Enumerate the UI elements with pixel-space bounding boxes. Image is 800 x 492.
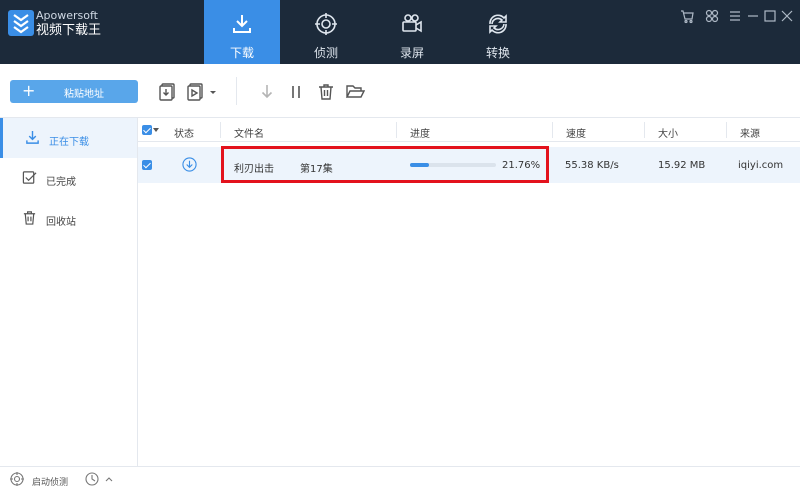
tab-download[interactable]: 下载 xyxy=(204,0,280,64)
tab-detect-label: 侦测 xyxy=(313,46,338,60)
column-header-progress[interactable]: 进度 xyxy=(410,125,430,140)
highlight-box xyxy=(221,146,549,183)
table-header: 状态 文件名 进度 速度 大小 来源 xyxy=(138,118,800,142)
download-icon xyxy=(233,15,251,33)
column-header-filename[interactable]: 文件名 xyxy=(234,125,264,140)
app-logo-icon xyxy=(8,10,34,36)
sidebar: 正在下载 已完成 回收站 xyxy=(0,118,138,466)
paste-url-label: 粘贴地址 xyxy=(64,89,104,100)
maximize-icon[interactable] xyxy=(762,8,778,24)
column-header-status[interactable]: 状态 xyxy=(174,125,194,140)
delete-icon[interactable] xyxy=(316,82,336,102)
minimize-icon[interactable] xyxy=(745,8,761,24)
column-divider xyxy=(726,122,727,138)
status-bar: 启动侦测 xyxy=(0,466,800,492)
import-icon[interactable] xyxy=(157,82,177,102)
sidebar-item-label: 已完成 xyxy=(46,177,76,188)
close-icon[interactable] xyxy=(779,8,795,24)
tab-record[interactable]: 录屏 xyxy=(374,0,450,64)
detect-label[interactable]: 启动侦测 xyxy=(32,475,68,488)
tab-convert-label: 转换 xyxy=(485,46,510,60)
toolbar-divider xyxy=(236,77,237,105)
column-divider xyxy=(396,122,397,138)
convert-icon xyxy=(489,14,507,34)
file-size: 15.92 MB xyxy=(658,160,706,171)
tab-detect[interactable]: 侦测 xyxy=(288,0,364,64)
row-checkbox[interactable] xyxy=(142,160,152,170)
column-divider xyxy=(220,122,221,138)
start-download-icon[interactable] xyxy=(257,82,277,102)
app-title: 视频下载王 xyxy=(36,23,102,38)
sidebar-item-completed[interactable]: 已完成 xyxy=(0,158,137,198)
tab-record-label: 录屏 xyxy=(399,46,424,60)
column-divider xyxy=(644,122,645,138)
file-source: iqiyi.com xyxy=(738,160,784,171)
app-brand: Apowersoft xyxy=(36,9,98,22)
plus-icon: + xyxy=(22,81,36,100)
detect-toggle-icon[interactable] xyxy=(10,472,24,486)
chevron-down-icon[interactable] xyxy=(152,126,160,134)
sidebar-item-downloading[interactable]: 正在下载 xyxy=(0,118,137,158)
menu-icon[interactable] xyxy=(727,8,743,24)
sidebar-item-label: 正在下载 xyxy=(49,137,89,148)
check-icon xyxy=(22,171,37,184)
sidebar-item-label: 回收站 xyxy=(46,217,76,228)
tab-convert[interactable]: 转换 xyxy=(460,0,536,64)
pause-icon[interactable] xyxy=(286,82,306,102)
paste-url-button[interactable]: + 粘贴地址 xyxy=(10,80,138,103)
clock-icon[interactable] xyxy=(85,472,99,486)
column-header-size[interactable]: 大小 xyxy=(658,125,678,140)
download-icon xyxy=(26,130,39,144)
video-list-icon[interactable] xyxy=(185,82,205,102)
downloading-status-icon xyxy=(182,157,197,172)
sidebar-item-trash[interactable]: 回收站 xyxy=(0,198,137,238)
target-icon xyxy=(315,13,337,35)
cart-icon[interactable] xyxy=(679,8,695,24)
column-header-source[interactable]: 来源 xyxy=(740,125,760,140)
select-all-checkbox[interactable] xyxy=(142,125,152,135)
trash-icon xyxy=(23,211,36,225)
column-divider xyxy=(552,122,553,138)
grid-icon[interactable] xyxy=(704,8,720,24)
column-header-speed[interactable]: 速度 xyxy=(566,125,586,140)
tab-download-label: 下载 xyxy=(229,46,254,60)
video-camera-icon xyxy=(402,14,422,33)
chevron-up-icon[interactable] xyxy=(104,472,114,486)
dropdown-arrow-icon[interactable] xyxy=(208,82,218,102)
download-speed: 55.38 KB/s xyxy=(565,160,619,171)
toolbar: + 粘贴地址 xyxy=(0,64,800,118)
open-folder-icon[interactable] xyxy=(345,82,365,102)
title-bar: Apowersoft 视频下载王 下载 侦测 录屏 转换 xyxy=(0,0,800,64)
